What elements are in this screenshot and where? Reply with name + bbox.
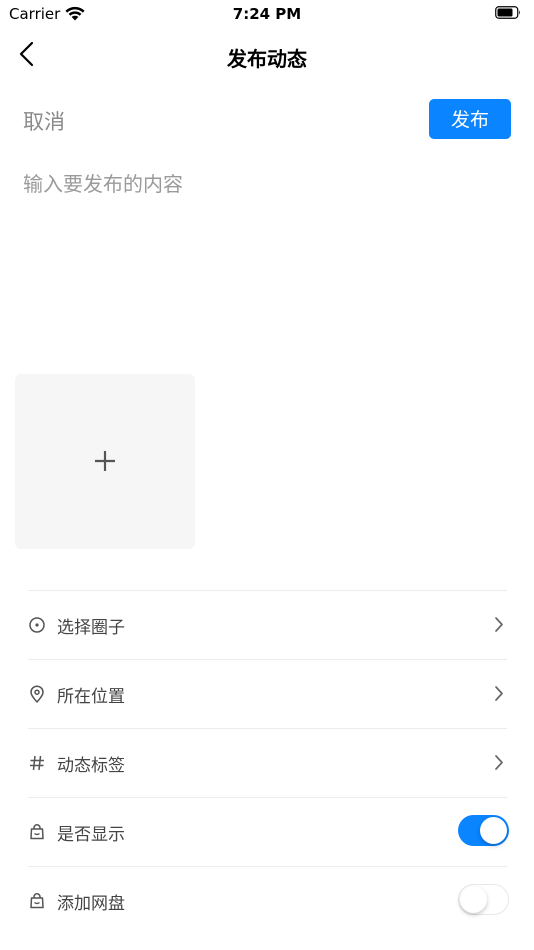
chevron-right-icon (495, 617, 503, 632)
toggle-knob (460, 885, 487, 913)
option-label: 添加网盘 (57, 894, 125, 914)
option-select-circle[interactable]: 选择圈子 (28, 590, 507, 658)
plus-icon (95, 451, 115, 471)
option-label: 选择圈子 (57, 618, 125, 638)
circle-dot-icon (29, 617, 45, 633)
option-label: 动态标签 (57, 756, 125, 776)
option-tags[interactable]: 动态标签 (28, 728, 507, 796)
lock-bag-icon (30, 824, 44, 840)
option-label: 是否显示 (57, 825, 125, 845)
post-content-input[interactable] (23, 168, 513, 348)
option-cloud-drive: 添加网盘 (28, 866, 509, 934)
battery-icon (495, 6, 520, 19)
location-pin-icon (30, 685, 44, 703)
chevron-right-icon (495, 755, 503, 770)
status-bar: Carrier 7:24 PM (0, 0, 534, 28)
toggle-knob (480, 817, 507, 844)
chevron-right-icon (495, 686, 503, 701)
add-image-button[interactable] (15, 374, 195, 549)
option-label: 所在位置 (57, 687, 125, 707)
publish-button[interactable]: 发布 (429, 99, 511, 139)
cancel-button[interactable]: 取消 (23, 106, 65, 136)
option-location[interactable]: 所在位置 (28, 659, 507, 727)
lock-bag-icon (30, 893, 44, 909)
visibility-toggle[interactable] (458, 815, 509, 846)
cloud-drive-toggle[interactable] (458, 884, 509, 915)
option-visibility: 是否显示 (28, 797, 509, 865)
hashtag-icon (30, 755, 44, 771)
page-title: 发布动态 (227, 47, 307, 71)
clock-time: 7:24 PM (232, 5, 302, 23)
